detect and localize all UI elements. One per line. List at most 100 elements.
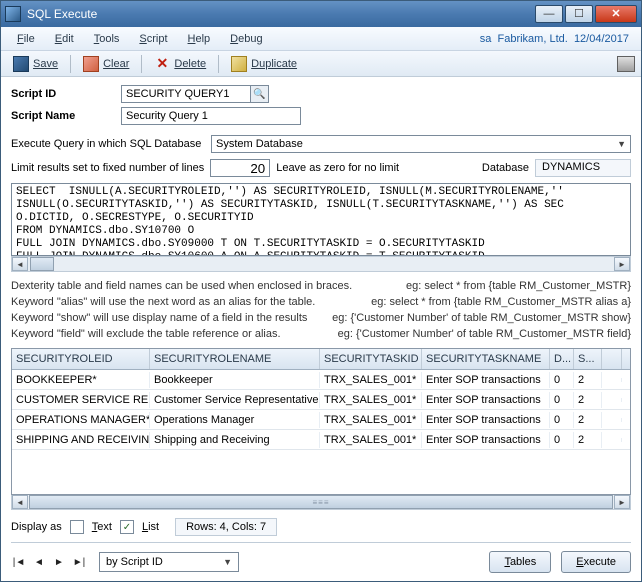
duplicate-button[interactable]: Duplicate	[225, 54, 303, 74]
sql-h-scrollbar[interactable]: ◄ ►	[11, 256, 631, 272]
minimize-button[interactable]: —	[535, 5, 563, 23]
display-list-checkbox[interactable]: ✓	[120, 520, 134, 534]
magnifier-icon: 🔍	[253, 89, 265, 100]
row-col-status: Rows: 4, Cols: 7	[175, 518, 277, 536]
display-text-label: Text	[92, 521, 112, 533]
save-button[interactable]: Save	[7, 54, 64, 74]
sql-textarea[interactable]: SELECT ISNULL(A.SECURITYROLEID,'') AS SE…	[11, 183, 631, 256]
script-name-input[interactable]	[121, 107, 301, 125]
limit-label: Limit results set to fixed number of lin…	[11, 162, 204, 174]
login-date: 12/04/2017	[574, 33, 629, 45]
hint-text: Keyword "show" will use display name of …	[11, 312, 307, 324]
sort-select[interactable]: by Script ID ▼	[99, 552, 239, 572]
table-cell: 2	[574, 372, 602, 388]
col-header[interactable]	[602, 349, 622, 369]
print-icon[interactable]	[617, 56, 635, 72]
limit-row: Limit results set to fixed number of lin…	[1, 157, 641, 183]
display-row: Display as Text ✓ List Rows: 4, Cols: 7	[1, 510, 641, 540]
toolbar-separator	[218, 55, 219, 73]
menu-script[interactable]: Script	[129, 30, 177, 48]
col-header[interactable]: S...	[574, 349, 602, 369]
menu-edit[interactable]: Edit	[45, 30, 84, 48]
nav-next-button[interactable]: ►	[51, 554, 67, 570]
chevron-down-icon: ▼	[617, 139, 626, 149]
nav-row: |◄ ◄ ► ►| by Script ID ▼ Tables Execute	[1, 545, 641, 581]
table-cell: CUSTOMER SERVICE REP*	[12, 392, 150, 408]
hint-example: eg: {'Customer Number' of table RM_Custo…	[332, 312, 631, 324]
clear-button[interactable]: Clear	[77, 54, 135, 74]
table-cell: Shipping and Receiving	[150, 432, 320, 448]
display-text-checkbox[interactable]	[70, 520, 84, 534]
table-cell: 0	[550, 412, 574, 428]
toolbar-separator	[141, 55, 142, 73]
form-area: Script ID 🔍 Script Name	[1, 77, 641, 131]
titlebar[interactable]: SQL Execute — ☐ ✕	[1, 1, 641, 27]
col-header[interactable]: D...	[550, 349, 574, 369]
menubar: File Edit Tools Script Help Debug sa Fab…	[1, 27, 641, 51]
nav-prev-button[interactable]: ◄	[31, 554, 47, 570]
table-row[interactable]: SHIPPING AND RECEIVING*Shipping and Rece…	[12, 430, 630, 450]
table-cell: TRX_SALES_001*	[320, 372, 422, 388]
app-icon	[5, 6, 21, 22]
menu-file[interactable]: File	[7, 30, 45, 48]
hint-example: eg: select * from {table RM_Customer_MST…	[371, 296, 631, 308]
chevron-down-icon: ▼	[223, 557, 232, 567]
table-cell: 2	[574, 392, 602, 408]
x-icon: ✕	[154, 55, 170, 72]
nav-first-button[interactable]: |◄	[11, 554, 27, 570]
scroll-right-arrow[interactable]: ►	[614, 257, 630, 271]
toolbar: Save Clear ✕ Delete Duplicate	[1, 51, 641, 77]
user-info: sa Fabrikam, Ltd. 12/04/2017	[480, 33, 635, 45]
hint-example: eg: {'Customer Number' of table RM_Custo…	[338, 328, 631, 340]
script-id-input[interactable]	[121, 85, 251, 103]
grid-header: SECURITYROLEID SECURITYROLENAME SECURITY…	[12, 349, 630, 370]
menu-tools[interactable]: Tools	[84, 30, 130, 48]
database-select-row: Execute Query in which SQL Database Syst…	[1, 131, 641, 157]
scroll-left-arrow[interactable]: ◄	[12, 257, 28, 271]
menu-help[interactable]: Help	[178, 30, 221, 48]
nav-last-button[interactable]: ►|	[71, 554, 87, 570]
grid-empty-area	[12, 450, 630, 494]
table-row[interactable]: CUSTOMER SERVICE REP*Customer Service Re…	[12, 390, 630, 410]
limit-zero-label: Leave as zero for no limit	[276, 162, 399, 174]
delete-button[interactable]: ✕ Delete	[148, 53, 212, 74]
scroll-thumb[interactable]: ≡≡≡	[29, 495, 613, 509]
display-list-label: List	[142, 521, 159, 533]
col-header[interactable]: SECURITYROLEID	[12, 349, 150, 369]
duplicate-icon	[231, 56, 247, 72]
results-grid: SECURITYROLEID SECURITYROLENAME SECURITY…	[11, 348, 631, 495]
script-id-label: Script ID	[11, 88, 121, 100]
divider	[11, 542, 631, 543]
col-header[interactable]: SECURITYTASKNAME	[422, 349, 550, 369]
table-cell	[602, 398, 622, 402]
table-row[interactable]: OPERATIONS MANAGER*Operations ManagerTRX…	[12, 410, 630, 430]
sql-execute-window: SQL Execute — ☐ ✕ File Edit Tools Script…	[0, 0, 642, 582]
scroll-left-arrow[interactable]: ◄	[12, 495, 28, 509]
scroll-thumb[interactable]	[30, 257, 54, 271]
close-button[interactable]: ✕	[595, 5, 637, 23]
execute-button[interactable]: Execute	[561, 551, 631, 573]
hint-text: Keyword "alias" will use the next word a…	[11, 296, 315, 308]
table-cell	[602, 378, 622, 382]
table-cell	[602, 438, 622, 442]
disk-icon	[13, 56, 29, 72]
menu-debug[interactable]: Debug	[220, 30, 272, 48]
table-cell: Customer Service Representative	[150, 392, 320, 408]
limit-input[interactable]	[210, 159, 270, 177]
table-cell: SHIPPING AND RECEIVING*	[12, 432, 150, 448]
col-header[interactable]: SECURITYTASKID	[320, 349, 422, 369]
script-id-lookup-button[interactable]: 🔍	[251, 85, 269, 103]
database-select[interactable]: System Database ▼	[211, 135, 631, 153]
table-cell: 0	[550, 372, 574, 388]
scroll-right-arrow[interactable]: ►	[614, 495, 630, 509]
grid-h-scrollbar[interactable]: ◄ ≡≡≡ ►	[11, 495, 631, 510]
display-as-label: Display as	[11, 521, 62, 533]
company-name: Fabrikam, Ltd.	[498, 33, 568, 45]
hints-area: Dexterity table and field names can be u…	[1, 276, 641, 344]
table-cell: Enter SOP transactions	[422, 372, 550, 388]
maximize-button[interactable]: ☐	[565, 5, 593, 23]
table-row[interactable]: BOOKKEEPER*BookkeeperTRX_SALES_001*Enter…	[12, 370, 630, 390]
hint-text: Dexterity table and field names can be u…	[11, 280, 352, 292]
col-header[interactable]: SECURITYROLENAME	[150, 349, 320, 369]
tables-button[interactable]: Tables	[489, 551, 551, 573]
